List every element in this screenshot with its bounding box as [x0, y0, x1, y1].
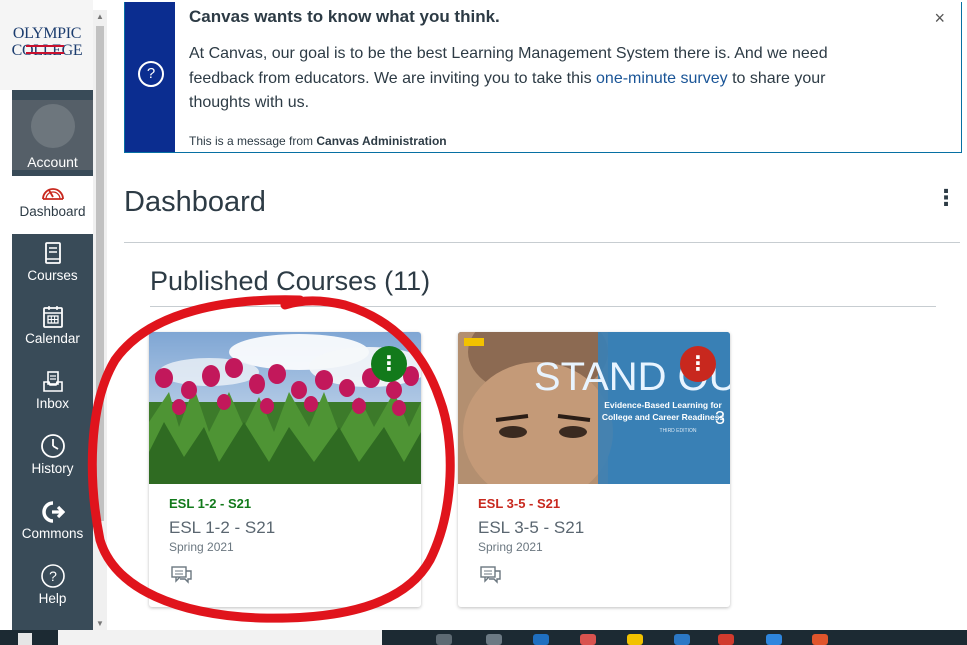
close-icon[interactable]: ×: [934, 8, 945, 29]
scrollbar-thumb[interactable]: [96, 26, 104, 521]
nav-label-history: History: [31, 461, 74, 476]
nav-label-commons: Commons: [21, 526, 84, 541]
nav-item-courses[interactable]: Courses: [12, 242, 93, 283]
nav-scrollbar[interactable]: ▲ ▼: [93, 10, 107, 630]
help-icon: ?: [40, 564, 65, 588]
nav-item-inbox[interactable]: Inbox: [12, 370, 93, 411]
olympic-college-logo[interactable]: OLYMPIC COLLEGE: [4, 25, 90, 59]
history-icon: [40, 434, 65, 458]
logo-stripes: [26, 45, 64, 54]
file-explorer-icon[interactable]: [627, 634, 643, 645]
book-subtitle-1: Evidence-Based Learning for: [604, 400, 722, 410]
app-icon[interactable]: [674, 634, 690, 645]
section-title: Published Courses (11): [150, 266, 431, 296]
book-edition: THIRD EDITION: [660, 428, 697, 434]
nav-item-history[interactable]: History: [12, 433, 93, 476]
logo-area[interactable]: OLYMPIC COLLEGE: [0, 0, 93, 90]
dashboard-options-icon[interactable]: ⋮: [935, 187, 957, 209]
course-card-name: ESL 3-5 - S21: [478, 518, 585, 537]
nav-item-calendar[interactable]: Calendar: [12, 305, 93, 346]
os-taskbar: [0, 630, 967, 645]
avatar: [30, 104, 75, 148]
section-divider: [150, 306, 936, 307]
alert-from: This is a message from Canvas Administra…: [189, 134, 447, 148]
nav-label-help: Help: [38, 591, 67, 606]
course-card-term: Spring 2021: [478, 540, 543, 554]
courses-icon: [44, 242, 61, 264]
nav-label-dashboard: Dashboard: [19, 204, 86, 219]
dashboard-icon: [41, 188, 64, 200]
nav-item-help[interactable]: ? Help: [12, 563, 93, 606]
nav-label-inbox: Inbox: [35, 396, 70, 411]
windows-start-icon[interactable]: [18, 633, 32, 645]
chrome-icon[interactable]: [718, 634, 734, 645]
app-icon[interactable]: [486, 634, 502, 645]
page-title: Dashboard: [124, 186, 266, 218]
alert-body: At Canvas, our goal is to be the best Le…: [189, 42, 889, 116]
book-number: 3: [715, 408, 725, 428]
course-card-code[interactable]: ESL 3-5 - S21: [478, 496, 560, 511]
course-card[interactable]: STAND OUT Evidence-Based Learning for Co…: [458, 332, 730, 607]
inbox-icon: [42, 371, 63, 392]
nav-label-account: Account: [27, 154, 78, 170]
alert-title: Canvas wants to know what you think.: [189, 7, 500, 26]
scroll-down-icon[interactable]: ▼: [96, 619, 104, 628]
alert-from-name: Canvas Administration: [316, 134, 447, 148]
course-card-code[interactable]: ESL 1-2 - S21: [169, 496, 251, 511]
svg-text:?: ?: [49, 568, 57, 584]
discussions-icon[interactable]: [171, 566, 193, 584]
survey-link[interactable]: one-minute survey: [596, 70, 728, 87]
task-view-icon[interactable]: [436, 634, 452, 645]
course-card-options-icon[interactable]: ⋮: [680, 346, 716, 382]
nav-item-dashboard[interactable]: Dashboard: [12, 176, 93, 234]
book-subtitle-2: College and Career Readiness: [602, 412, 725, 422]
scroll-up-icon[interactable]: ▲: [96, 12, 104, 21]
course-card-name: ESL 1-2 - S21: [169, 518, 276, 537]
nav-label-courses: Courses: [27, 268, 78, 283]
global-announcement: ? Canvas wants to know what you think. A…: [124, 2, 962, 153]
logo-line1: OLYMPIC: [12, 25, 82, 42]
alert-sidebar: ?: [125, 2, 175, 152]
course-card[interactable]: ⋮ ESL 1-2 - S21 ESL 1-2 - S21 Spring 202…: [149, 332, 421, 607]
alert-from-prefix: This is a message from: [189, 134, 317, 148]
nav-item-commons[interactable]: Commons: [12, 500, 93, 541]
nav-label-calendar: Calendar: [25, 331, 80, 346]
app-icon[interactable]: [812, 634, 828, 645]
app-icon[interactable]: [580, 634, 596, 645]
discussions-icon[interactable]: [480, 566, 502, 584]
nav-item-account[interactable]: Account: [12, 100, 93, 170]
course-card-options-icon[interactable]: ⋮: [371, 346, 407, 382]
header-divider: [124, 242, 960, 243]
taskbar-search[interactable]: [58, 630, 382, 645]
commons-icon: [41, 501, 65, 523]
question-icon: ?: [138, 61, 164, 87]
calendar-icon: [42, 306, 63, 328]
edge-icon[interactable]: [533, 634, 549, 645]
course-card-term: Spring 2021: [169, 540, 234, 554]
app-icon[interactable]: [766, 634, 782, 645]
